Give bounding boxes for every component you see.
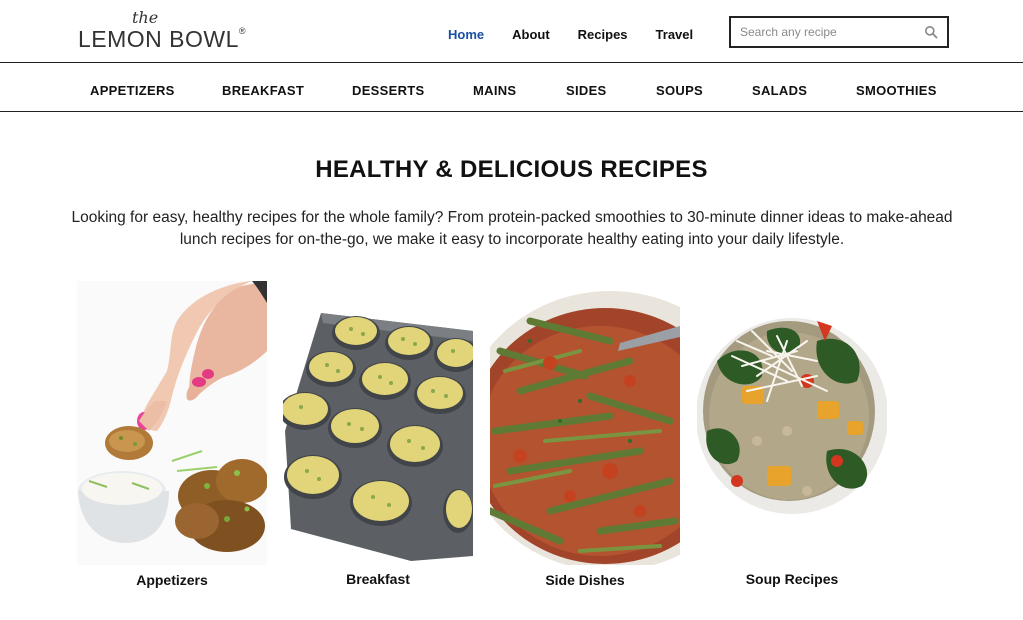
logo-name: LEMON BOWL® — [78, 26, 246, 53]
nav-home-link[interactable]: Home — [448, 27, 484, 42]
category-smoothies-link[interactable]: SMOOTHIES — [856, 83, 937, 98]
top-navigation: Home About Recipes Travel — [448, 18, 721, 50]
nav-recipes-link[interactable]: Recipes — [578, 27, 628, 42]
recipe-card-breakfast[interactable]: Breakfast — [283, 281, 473, 587]
intro-paragraph: Looking for easy, healthy recipes for th… — [71, 209, 953, 248]
search-icon[interactable] — [924, 25, 938, 39]
breakfast-image[interactable] — [283, 281, 473, 565]
category-salads-link[interactable]: SALADS — [752, 83, 807, 98]
page-title: HEALTHY & DELICIOUS RECIPES — [315, 156, 708, 183]
category-appetizers-link[interactable]: APPETIZERS — [90, 83, 175, 98]
appetizers-image[interactable] — [77, 281, 267, 565]
appetizers-label[interactable]: Appetizers — [77, 572, 267, 588]
search-box — [729, 16, 949, 48]
category-breakfast-link[interactable]: BREAKFAST — [222, 83, 304, 98]
side-dishes-image[interactable] — [490, 281, 680, 565]
category-desserts-link[interactable]: DESSERTS — [352, 83, 424, 98]
side-dishes-label[interactable]: Side Dishes — [490, 572, 680, 588]
soup-recipes-image[interactable] — [697, 281, 887, 565]
breakfast-label[interactable]: Breakfast — [283, 571, 473, 587]
category-soups-link[interactable]: SOUPS — [656, 83, 703, 98]
category-navigation: APPETIZERS BREAKFAST DESSERTS MAINS SIDE… — [0, 63, 1023, 112]
category-mains-link[interactable]: MAINS — [473, 83, 516, 98]
logo-registered-mark: ® — [238, 26, 247, 36]
recipe-card-appetizers[interactable]: Appetizers — [77, 281, 267, 588]
search-input[interactable] — [731, 19, 911, 45]
logo-the-text: the — [132, 8, 159, 27]
nav-travel-link[interactable]: Travel — [656, 27, 694, 42]
soup-recipes-label[interactable]: Soup Recipes — [697, 571, 887, 587]
nav-about-link[interactable]: About — [512, 27, 550, 42]
recipe-card-side-dishes[interactable]: Side Dishes — [490, 281, 680, 588]
recipe-card-soup-recipes[interactable]: Soup Recipes — [697, 281, 887, 587]
site-logo[interactable]: the LEMON BOWL® — [78, 8, 246, 54]
logo-name-text: LEMON BOWL — [78, 26, 239, 52]
category-sides-link[interactable]: SIDES — [566, 83, 607, 98]
site-header: the LEMON BOWL® Home About Recipes Trave… — [0, 0, 1023, 63]
